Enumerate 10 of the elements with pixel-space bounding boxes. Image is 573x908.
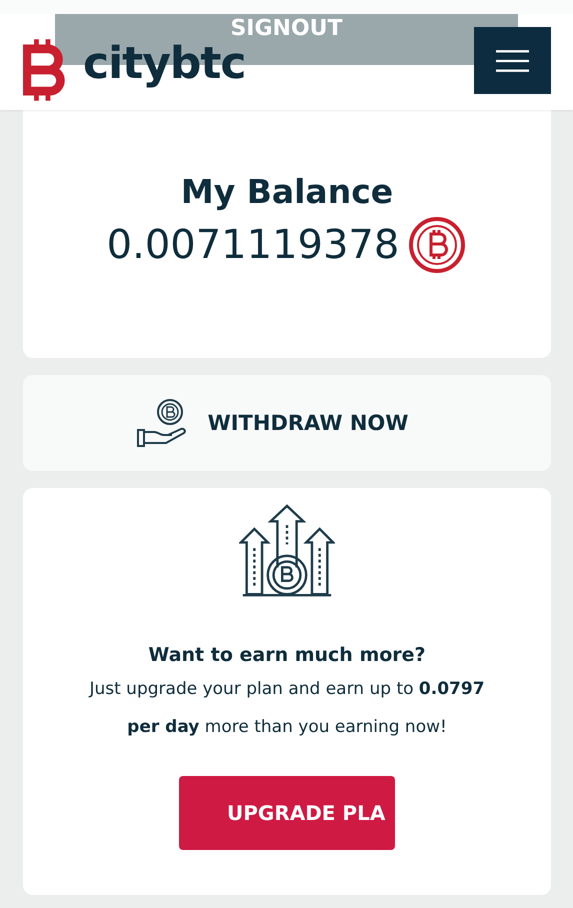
upgrade-plan-button[interactable]: UPGRADE PLA <box>179 776 395 850</box>
menu-icon <box>496 48 529 72</box>
balance-amount: 0.0071119378 <box>106 222 400 268</box>
upgrade-text: Just upgrade your plan and earn up to 0.0797 per day more than you earning now! <box>88 678 486 739</box>
balance-title: My Balance <box>180 172 394 211</box>
menu-button[interactable] <box>474 27 551 94</box>
coin-hand-icon <box>136 398 188 448</box>
bitcoin-icon <box>407 215 468 275</box>
upgrade-heading: Want to earn much more? <box>148 644 426 666</box>
withdraw-button[interactable]: WITHDRAW NOW <box>23 375 551 471</box>
